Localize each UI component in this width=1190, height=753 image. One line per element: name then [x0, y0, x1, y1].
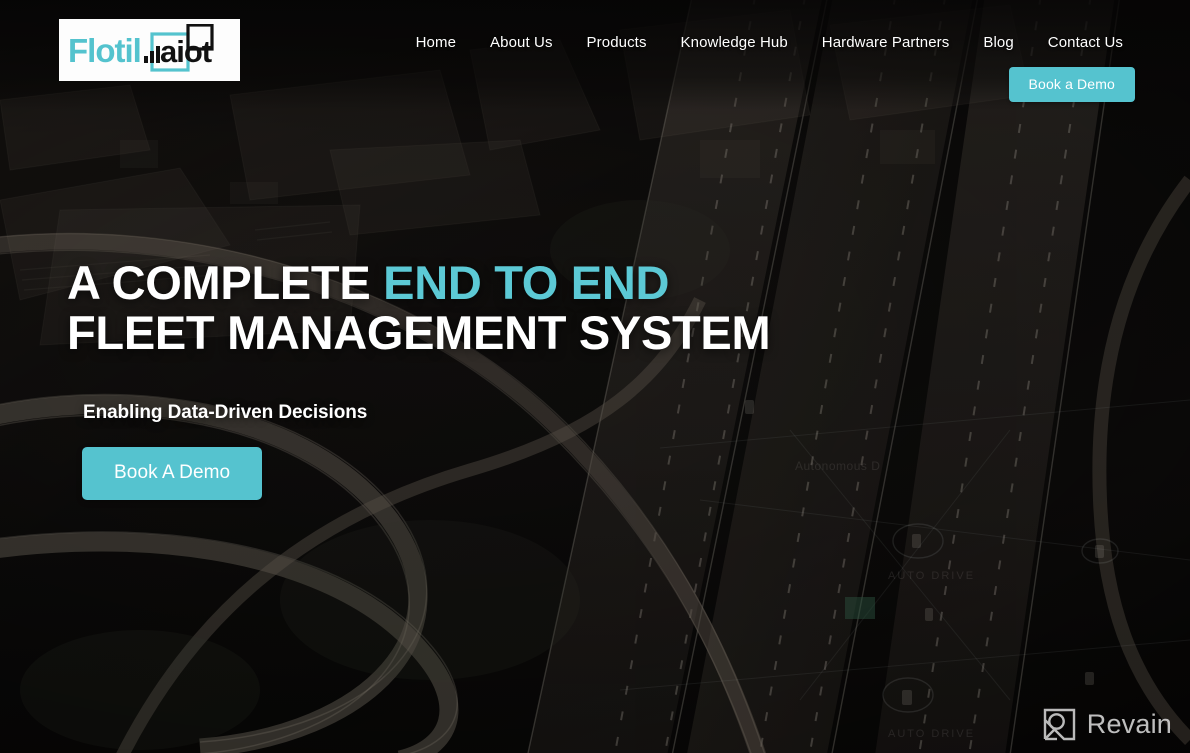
- landing-page: Autonomous D AUTO DRIVE AUTO DRIVE Floti…: [0, 0, 1190, 753]
- background-overlay-text-3: AUTO DRIVE: [888, 728, 976, 740]
- main-navigation: Home About Us Products Knowledge Hub Har…: [0, 34, 1190, 51]
- hero-headline-line2: FLEET MANAGEMENT SYSTEM: [67, 306, 771, 359]
- hero-headline: A COMPLETE END TO END FLEET MANAGEMENT S…: [67, 256, 771, 359]
- site-header: Flotil aiot Home About Us Products Knowl…: [0, 0, 1190, 110]
- hero-headline-plain: A COMPLETE: [67, 256, 384, 309]
- background-overlay-text-1: Autonomous D: [795, 459, 881, 473]
- nav-item-products[interactable]: Products: [570, 34, 664, 51]
- nav-item-blog[interactable]: Blog: [966, 34, 1030, 51]
- hero-headline-line1: A COMPLETE END TO END: [67, 256, 669, 309]
- nav-item-hardware-partners[interactable]: Hardware Partners: [805, 34, 967, 51]
- hero-book-demo-button[interactable]: Book A Demo: [82, 447, 263, 500]
- revain-watermark: Revain: [1043, 708, 1172, 741]
- hero-headline-accent: END TO END: [383, 256, 670, 309]
- nav-item-home[interactable]: Home: [399, 34, 473, 51]
- header-book-demo-button[interactable]: Book a Demo: [1008, 67, 1135, 102]
- nav-item-knowledge-hub[interactable]: Knowledge Hub: [664, 34, 805, 51]
- revain-watermark-label: Revain: [1086, 709, 1172, 739]
- revain-logo-icon: [1043, 708, 1075, 741]
- background-overlay-text-2: AUTO DRIVE: [888, 570, 976, 582]
- nav-item-about-us[interactable]: About Us: [473, 34, 570, 51]
- hero-subheadline: Enabling Data-Driven Decisions: [83, 402, 368, 423]
- nav-item-contact-us[interactable]: Contact Us: [1031, 34, 1140, 51]
- hero-section: A COMPLETE END TO END FLEET MANAGEMENT S…: [67, 256, 771, 500]
